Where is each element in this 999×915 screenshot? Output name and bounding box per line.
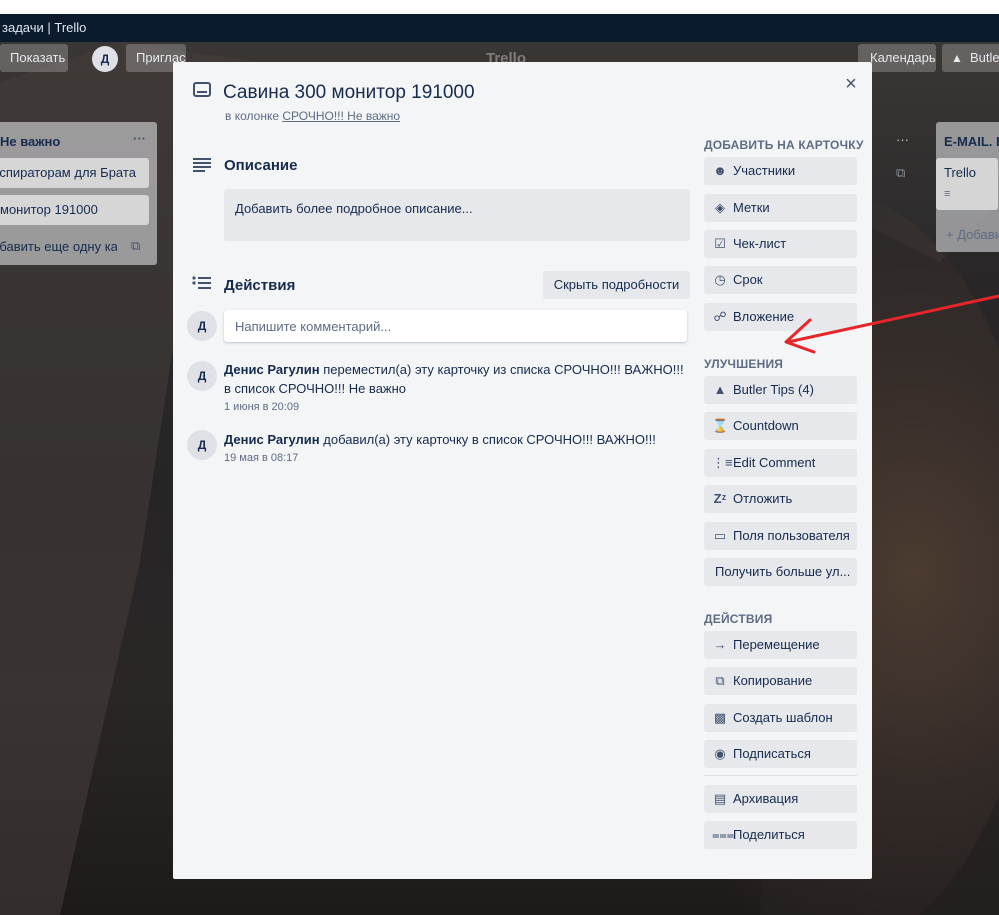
annotation-arrow (784, 294, 999, 354)
archive-label: Архивация (733, 791, 799, 806)
list-menu-icon[interactable]: ··· (133, 131, 146, 146)
close-icon[interactable]: × (841, 74, 861, 94)
get-more-label: Получить больше ул... (715, 564, 851, 579)
archive-icon: ▤ (713, 791, 727, 806)
archive-button[interactable]: ▤ Архивация (704, 785, 857, 813)
share-label: Поделиться (733, 827, 805, 842)
activity-text: добавил(а) эту карточку в список СРОЧНО!… (323, 432, 656, 447)
template-icon[interactable]: ⧉ (896, 165, 905, 181)
card-modal: Савина 300 монитор 191000 в колонке СРОЧ… (173, 62, 872, 879)
snooze-label: Отложить (733, 491, 793, 506)
list-title: E-MAIL. B (944, 134, 999, 149)
add-to-card-heading: ДОБАВИТЬ НА КАРТОЧКУ (704, 138, 864, 152)
custom-fields-button[interactable]: ▭ Поля пользователя (704, 522, 857, 550)
butler-tips-button[interactable]: ▲ Butler Tips (4) (704, 376, 857, 404)
make-template-label: Создать шаблон (733, 710, 833, 725)
snooze-button[interactable]: Zᶻ Отложить (704, 485, 857, 513)
card-title[interactable]: Савина 300 монитор 191000 (223, 82, 475, 104)
add-card-link[interactable]: + Добавить (946, 227, 999, 242)
copy-icon: ⧉ (715, 673, 725, 688)
copy-button[interactable]: ⧉ Копирование (704, 667, 857, 695)
activity-avatar[interactable]: Д (187, 430, 217, 460)
activity-avatar[interactable]: Д (187, 361, 217, 391)
clock-icon: ◷ (714, 272, 726, 287)
current-user-avatar[interactable]: Д (187, 311, 217, 341)
list-link[interactable]: СРОЧНО!!! Не важно (282, 109, 400, 123)
list-card[interactable]: монитор 191000 (0, 195, 149, 225)
custom-fields-label: Поля пользователя (733, 528, 850, 543)
activity-entry: Денис Рагулин переместил(а) эту карточку… (224, 360, 684, 398)
members-button[interactable]: ☻ Участники (704, 157, 857, 185)
labels-label: Метки (733, 200, 770, 215)
add-card-link[interactable]: + Добавить еще одну карточку (0, 239, 117, 254)
edit-comment-label: Edit Comment (733, 455, 816, 470)
countdown-label: Countdown (733, 418, 799, 433)
eye-icon: ◉ (714, 746, 726, 761)
butler-label: Butler (970, 50, 999, 65)
activity-author[interactable]: Денис Рагулин (224, 432, 320, 447)
share-button[interactable]: ⩶ Поделиться (704, 821, 857, 849)
countdown-button[interactable]: ⌛ Countdown (704, 412, 857, 440)
actions-divider (704, 775, 857, 776)
card-list-info: в колонке СРОЧНО!!! Не важно (225, 109, 400, 123)
edit-comment-button[interactable]: ⋮≡ Edit Comment (704, 449, 857, 477)
activity-entry: Денис Рагулин добавил(а) эту карточку в … (224, 430, 684, 449)
actions-heading: ДЕЙСТВИЯ (704, 612, 773, 626)
list-title: Не важно (0, 134, 61, 149)
edit-comment-icon: ⋮≡ (712, 455, 733, 470)
list-card[interactable]: Trello ≡ (936, 158, 998, 210)
arrow-right-icon: → (713, 637, 727, 652)
due-date-label: Срок (733, 272, 763, 287)
member-avatar[interactable]: Д (92, 46, 118, 72)
description-badge-icon: ≡ (944, 188, 951, 200)
window-title: задачи | Trello (0, 14, 999, 42)
list-prefix: в колонке (225, 109, 279, 123)
list-menu-icon[interactable]: ··· (896, 132, 909, 147)
list-card-title: Trello (944, 165, 977, 180)
list-not-important: Не важно ··· Респираторам для Брата мони… (0, 122, 157, 265)
activity-author[interactable]: Денис Рагулин (224, 362, 320, 377)
share-icon: ⩶ (712, 827, 735, 842)
butler-icon: ▲ (713, 382, 727, 397)
top-margin (0, 0, 999, 14)
template-icon: ▩ (713, 710, 727, 725)
labels-button[interactable]: ◈ Метки (704, 194, 857, 222)
comment-input[interactable] (224, 310, 687, 342)
list-card[interactable]: Респираторам для Брата (0, 158, 149, 188)
watch-label: Подписаться (733, 746, 811, 761)
get-more-power-ups-button[interactable]: Получить больше ул... (704, 558, 857, 586)
checklist-button[interactable]: ☑ Чек-лист (704, 230, 857, 258)
checkbox-icon: ☑ (714, 236, 726, 251)
move-label: Перемещение (733, 637, 820, 652)
activity-heading: Действия (224, 277, 296, 294)
members-label: Участники (733, 163, 796, 178)
butler-icon: ▲ (951, 51, 963, 65)
activity-icon (192, 276, 211, 289)
activity-time[interactable]: 1 июня в 20:09 (224, 401, 299, 413)
description-icon (193, 158, 211, 172)
move-button[interactable]: → Перемещение (704, 631, 857, 659)
custom-fields-icon: ▭ (713, 528, 727, 543)
board-menu-button[interactable]: Показать (0, 44, 68, 72)
description-editor[interactable]: Добавить более подробное описание... (224, 189, 690, 241)
hide-details-button[interactable]: Скрыть подробности (543, 271, 690, 299)
watch-button[interactable]: ◉ Подписаться (704, 740, 857, 768)
snooze-icon: Zᶻ (713, 491, 727, 506)
copy-label: Копирование (733, 673, 813, 688)
checklist-label: Чек-лист (733, 236, 787, 251)
butler-tips-label: Butler Tips (4) (733, 382, 814, 397)
tag-icon: ◈ (715, 200, 725, 215)
make-template-button[interactable]: ▩ Создать шаблон (704, 704, 857, 732)
description-heading: Описание (224, 157, 298, 174)
list-email: E-MAIL. B Trello ≡ + Добавить (936, 122, 999, 252)
activity-time[interactable]: 19 мая в 08:17 (224, 452, 298, 464)
butler-button[interactable]: ▲ Butler (942, 44, 999, 72)
hourglass-icon: ⌛ (712, 418, 729, 433)
person-icon: ☻ (713, 163, 727, 178)
card-icon (193, 82, 211, 97)
paperclip-icon: ☍ (713, 309, 727, 324)
template-icon[interactable]: ⧉ (131, 238, 140, 254)
